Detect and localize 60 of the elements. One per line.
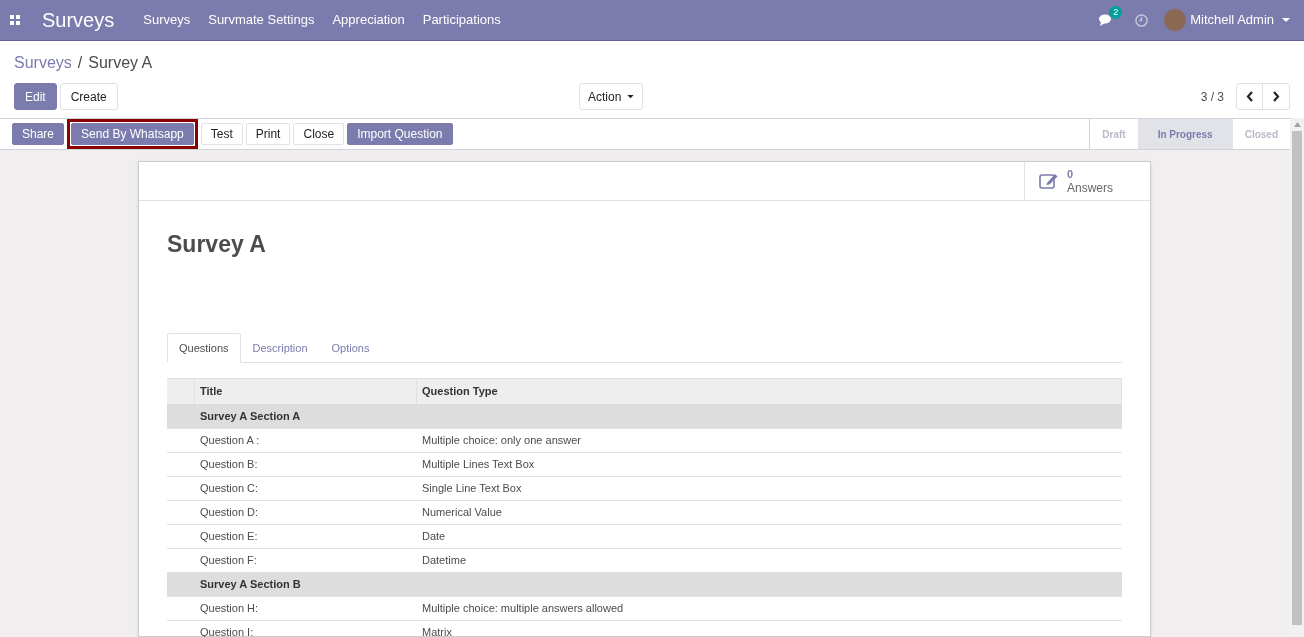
caret-icon: [627, 94, 635, 99]
menu-item[interactable]: Appreciation: [323, 10, 414, 30]
tab[interactable]: Options: [319, 333, 382, 363]
scrollbar-thumb[interactable]: [1292, 131, 1302, 625]
button[interactable]: Send By Whatsapp: [71, 123, 194, 145]
section-row[interactable]: Survey A Section A: [167, 404, 1122, 428]
chat-icon[interactable]: [1099, 14, 1114, 26]
edit-icon: [1039, 172, 1059, 190]
table-cell-text: Numerical Value: [421, 505, 503, 521]
table-cell-text: Multiple Lines Text Box: [421, 457, 536, 473]
scroll-up-arrow-icon[interactable]: [1293, 122, 1301, 127]
menu-item[interactable]: Participations: [413, 10, 510, 30]
table-cell-text: Question H:: [199, 601, 260, 617]
answers-stat-button[interactable]: 0 Answers: [1024, 162, 1150, 200]
app-title: Surveys: [42, 8, 115, 33]
record-title: Survey A: [167, 230, 267, 257]
table-cell-text: Multiple choice: multiple answers allowed: [421, 601, 625, 617]
menu-item[interactable]: Surveys: [134, 10, 200, 30]
question-row[interactable]: Question E: Date: [167, 524, 1122, 548]
button[interactable]: Test: [200, 123, 243, 145]
button[interactable]: Import Question: [347, 123, 453, 145]
table-cell-text: Multiple choice: only one answer: [421, 433, 582, 449]
section-row[interactable]: Survey A Section B: [167, 572, 1122, 596]
table-cell-text: Question C:: [199, 481, 260, 497]
tab[interactable]: Questions: [167, 333, 241, 363]
breadcrumb-link[interactable]: Surveys: [14, 51, 72, 75]
question-row[interactable]: Question H: Multiple choice: multiple answers allowed: [167, 596, 1122, 620]
caret-icon[interactable]: [1282, 17, 1290, 23]
chevron-left-icon: [1245, 91, 1254, 102]
question-row[interactable]: Question A : Multiple choice: only one answer: [167, 428, 1122, 452]
table-cell-text: Single Line Text Box: [421, 481, 523, 497]
button[interactable]: Share: [12, 123, 65, 145]
section-title: Survey A Section A: [199, 408, 302, 424]
tab[interactable]: Description: [240, 333, 320, 363]
button[interactable]: Close: [293, 123, 345, 145]
button[interactable]: Edit: [14, 83, 57, 110]
menu-item[interactable]: Survmate Settings: [199, 10, 324, 30]
message-count-badge: 2: [1109, 6, 1123, 19]
table-cell-text: Question E:: [199, 529, 259, 545]
chevron-right-icon: [1272, 91, 1280, 102]
question-row[interactable]: Question C: Single Line Text Box: [167, 476, 1122, 500]
table-cell-text: Question B:: [199, 457, 259, 473]
button[interactable]: Print: [245, 123, 291, 145]
pager-value: 3 / 3: [1200, 88, 1224, 106]
action-dropdown[interactable]: Action: [579, 83, 644, 110]
clock-icon[interactable]: [1135, 13, 1149, 27]
breadcrumb-separator: /: [77, 53, 83, 73]
question-row[interactable]: Question D: Numerical Value: [167, 500, 1122, 524]
question-row[interactable]: Question B: Multiple Lines Text Box: [167, 452, 1122, 476]
button[interactable]: Create: [59, 83, 118, 110]
table-cell-text: Question F:: [199, 553, 258, 569]
table-cell-text: Question D:: [199, 505, 260, 521]
breadcrumb-current: Survey A: [88, 53, 153, 73]
table-cell-text: Matrix: [421, 625, 453, 637]
section-title: Survey A Section B: [199, 576, 302, 592]
table-cell-text: Datetime: [421, 553, 468, 569]
user-menu[interactable]: Mitchell Admin: [1190, 10, 1274, 30]
apps-menu-icon[interactable]: [10, 15, 20, 25]
table-cell-text: Question A :: [199, 433, 261, 449]
table-cell-text: Date: [421, 529, 447, 545]
